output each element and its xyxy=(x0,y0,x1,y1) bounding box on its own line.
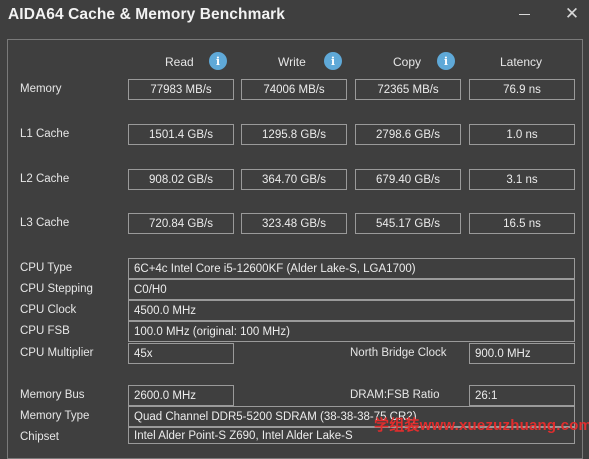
minimize-button[interactable] xyxy=(513,4,535,24)
north-bridge-clock-label: North Bridge Clock xyxy=(350,347,447,359)
l2-latency-value: 3.1 ns xyxy=(469,169,575,190)
l1-copy-value: 2798.6 GB/s xyxy=(355,124,461,145)
cpu-multiplier-value: 45x xyxy=(128,343,234,364)
minimize-icon xyxy=(518,13,530,15)
l3-read-value: 720.84 GB/s xyxy=(128,213,234,234)
row-label-l2-cache: L2 Cache xyxy=(20,173,70,185)
close-button[interactable]: ✕ xyxy=(561,4,583,24)
cpu-fsb-value: 100.0 MHz (original: 100 MHz) xyxy=(128,321,575,342)
chipset-label: Chipset xyxy=(20,431,59,443)
title-bar: AIDA64 Cache & Memory Benchmark ✕ xyxy=(0,0,589,30)
cpu-type-label: CPU Type xyxy=(20,262,73,274)
l2-copy-value: 679.40 GB/s xyxy=(355,169,461,190)
l2-write-value: 364.70 GB/s xyxy=(241,169,347,190)
info-icon-copy[interactable]: i xyxy=(437,52,455,70)
column-header-copy: Copy xyxy=(393,55,422,69)
memory-type-label: Memory Type xyxy=(20,410,90,422)
column-header-write: Write xyxy=(278,55,306,69)
cpu-stepping-label: CPU Stepping xyxy=(20,283,93,295)
l1-write-value: 1295.8 GB/s xyxy=(241,124,347,145)
l3-latency-value: 16.5 ns xyxy=(469,213,575,234)
l2-read-value: 908.02 GB/s xyxy=(128,169,234,190)
cpu-stepping-value: C0/H0 xyxy=(128,279,575,300)
memory-copy-value: 72365 MB/s xyxy=(355,79,461,100)
watermark: 学组装www.xuezuzhuang.com xyxy=(374,417,589,434)
cpu-clock-value: 4500.0 MHz xyxy=(128,300,575,321)
memory-read-value: 77983 MB/s xyxy=(128,79,234,100)
close-icon: ✕ xyxy=(564,4,580,23)
memory-write-value: 74006 MB/s xyxy=(241,79,347,100)
l1-read-value: 1501.4 GB/s xyxy=(128,124,234,145)
row-label-l1-cache: L1 Cache xyxy=(20,128,70,140)
dram-fsb-ratio-value: 26:1 xyxy=(469,385,575,406)
dram-fsb-ratio-label: DRAM:FSB Ratio xyxy=(350,389,440,401)
row-label-l3-cache: L3 Cache xyxy=(20,217,70,229)
l3-copy-value: 545.17 GB/s xyxy=(355,213,461,234)
row-label-memory: Memory xyxy=(20,83,62,95)
l1-latency-value: 1.0 ns xyxy=(469,124,575,145)
info-icon-read[interactable]: i xyxy=(209,52,227,70)
window-title: AIDA64 Cache & Memory Benchmark xyxy=(8,6,286,23)
memory-bus-value: 2600.0 MHz xyxy=(128,385,234,406)
column-header-latency: Latency xyxy=(500,55,543,69)
cpu-type-value: 6C+4c Intel Core i5-12600KF (Alder Lake-… xyxy=(128,258,575,279)
memory-bus-label: Memory Bus xyxy=(20,389,85,401)
memory-latency-value: 76.9 ns xyxy=(469,79,575,100)
cpu-multiplier-label: CPU Multiplier xyxy=(20,347,94,359)
north-bridge-clock-value: 900.0 MHz xyxy=(469,343,575,364)
column-header-read: Read xyxy=(165,55,194,69)
cpu-clock-label: CPU Clock xyxy=(20,304,77,316)
l3-write-value: 323.48 GB/s xyxy=(241,213,347,234)
info-icon-write[interactable]: i xyxy=(324,52,342,70)
cpu-fsb-label: CPU FSB xyxy=(20,325,70,337)
